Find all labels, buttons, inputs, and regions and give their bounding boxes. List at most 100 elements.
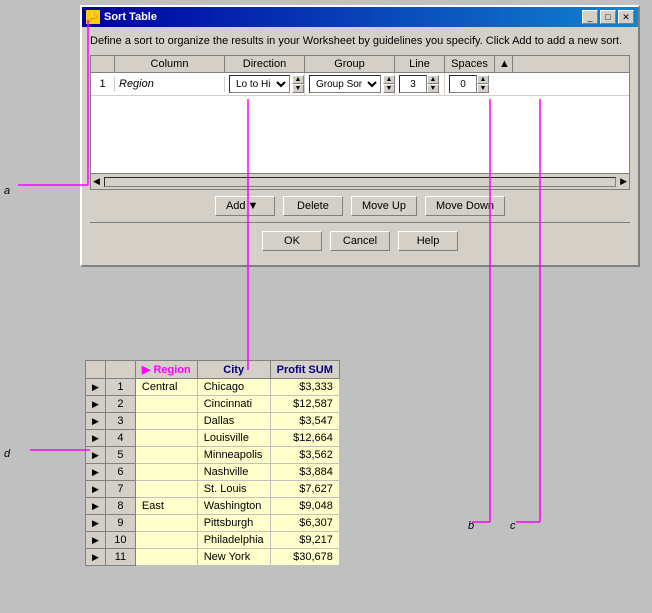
row-profit: $9,217: [270, 532, 339, 549]
ok-button-row: OK Cancel Help: [90, 222, 630, 251]
row-profit: $9,048: [270, 498, 339, 515]
direction-down-btn[interactable]: ▼: [292, 84, 304, 93]
row-city: Chicago: [197, 379, 270, 396]
cancel-button[interactable]: Cancel: [330, 231, 390, 251]
close-button[interactable]: ✕: [618, 10, 634, 24]
add-dropdown-arrow[interactable]: ▼: [248, 200, 259, 212]
scroll-left-btn[interactable]: ◀: [91, 176, 102, 187]
header-column: Column: [115, 56, 225, 72]
line-spin-btns: ▲ ▼: [427, 75, 439, 93]
data-table: ▶ Region City Profit SUM ▶ 1 Central Chi…: [85, 360, 340, 566]
row-num: 8: [105, 498, 135, 515]
line-input[interactable]: [399, 75, 427, 93]
row-profit: $3,333: [270, 379, 339, 396]
title-bar-left: 🔑 Sort Table: [86, 10, 157, 24]
row-indicator: ▶: [86, 430, 106, 447]
row-num: 5: [105, 447, 135, 464]
window-content: Define a sort to organize the results in…: [82, 27, 638, 265]
title-bar: 🔑 Sort Table _ □ ✕: [82, 7, 638, 27]
maximize-button[interactable]: □: [600, 10, 616, 24]
table-row: ▶ 1 Central Chicago $3,333: [86, 379, 340, 396]
move-down-button[interactable]: Move Down: [425, 196, 505, 216]
row-num: 11: [105, 549, 135, 566]
sort-row-direction: Lo to Hi Hi to Lo ▲ ▼: [225, 73, 305, 95]
label-b: b: [468, 520, 474, 532]
row-region: [135, 396, 197, 413]
table-body: ▶ 1 Central Chicago $3,333 ▶ 2 Cincinnat…: [86, 379, 340, 566]
row-indicator: ▶: [86, 396, 106, 413]
sort-grid-body: 1 Region Lo to Hi Hi to Lo ▲ ▼: [91, 73, 629, 173]
table-row: ▶ 5 Minneapolis $3,562: [86, 447, 340, 464]
description-text: Define a sort to organize the results in…: [90, 35, 630, 47]
row-city: Pittsburgh: [197, 515, 270, 532]
sort-row-1: 1 Region Lo to Hi Hi to Lo ▲ ▼: [91, 73, 629, 96]
row-num: 10: [105, 532, 135, 549]
line-down-btn[interactable]: ▼: [427, 84, 439, 93]
row-indicator: ▶: [86, 549, 106, 566]
row-profit: $7,627: [270, 481, 339, 498]
row-num: 9: [105, 515, 135, 532]
title-buttons: _ □ ✕: [582, 10, 634, 24]
row-profit: $12,587: [270, 396, 339, 413]
minimize-button[interactable]: _: [582, 10, 598, 24]
line-up-btn[interactable]: ▲: [427, 75, 439, 84]
row-num: 3: [105, 413, 135, 430]
delete-button[interactable]: Delete: [283, 196, 343, 216]
row-indicator: ▶: [86, 379, 106, 396]
add-button[interactable]: Add ▼: [215, 196, 275, 216]
th-profit: Profit SUM: [270, 361, 339, 379]
direction-spin: ▲ ▼: [292, 75, 304, 93]
row-city: Minneapolis: [197, 447, 270, 464]
row-region: Central: [135, 379, 197, 396]
add-label: Add: [226, 200, 246, 212]
row-profit: $3,547: [270, 413, 339, 430]
table-row: ▶ 9 Pittsburgh $6,307: [86, 515, 340, 532]
title-icon: 🔑: [86, 10, 100, 24]
sort-row-num: 1: [91, 76, 115, 92]
row-profit: $3,562: [270, 447, 339, 464]
scroll-track: [104, 177, 616, 187]
direction-up-btn[interactable]: ▲: [292, 75, 304, 84]
row-num: 4: [105, 430, 135, 447]
spaces-spinbox: ▲ ▼: [449, 75, 489, 93]
group-down-btn[interactable]: ▼: [383, 84, 395, 93]
data-table-container: ▶ Region City Profit SUM ▶ 1 Central Chi…: [85, 360, 485, 566]
header-line: Line: [395, 56, 445, 72]
row-profit: $3,884: [270, 464, 339, 481]
group-up-btn[interactable]: ▲: [383, 75, 395, 84]
th-rownum: [105, 361, 135, 379]
row-region: East: [135, 498, 197, 515]
column-value: Region: [119, 78, 154, 90]
row-city: Philadelphia: [197, 532, 270, 549]
row-profit: $30,678: [270, 549, 339, 566]
spaces-spin-btns: ▲ ▼: [477, 75, 489, 93]
row-region: [135, 532, 197, 549]
row-num: 7: [105, 481, 135, 498]
table-row: ▶ 8 East Washington $9,048: [86, 498, 340, 515]
group-spin: ▲ ▼: [383, 75, 395, 93]
row-region: [135, 413, 197, 430]
group-select[interactable]: Group Sort No Group: [309, 75, 381, 93]
scroll-right-btn[interactable]: ▶: [618, 176, 629, 187]
spaces-up-btn[interactable]: ▲: [477, 75, 489, 84]
move-up-button[interactable]: Move Up: [351, 196, 417, 216]
header-direction: Direction: [225, 56, 305, 72]
sort-row-spaces: ▲ ▼: [445, 73, 495, 95]
table-row: ▶ 10 Philadelphia $9,217: [86, 532, 340, 549]
sort-row-column: Region: [115, 76, 225, 92]
spaces-down-btn[interactable]: ▼: [477, 84, 489, 93]
row-city: Cincinnati: [197, 396, 270, 413]
row-num: 2: [105, 396, 135, 413]
row-indicator: ▶: [86, 498, 106, 515]
spaces-input[interactable]: [449, 75, 477, 93]
direction-select[interactable]: Lo to Hi Hi to Lo: [229, 75, 290, 93]
table-row: ▶ 7 St. Louis $7,627: [86, 481, 340, 498]
table-row: ▶ 3 Dallas $3,547: [86, 413, 340, 430]
row-region: [135, 430, 197, 447]
help-button[interactable]: Help: [398, 231, 458, 251]
label-c: c: [510, 520, 516, 532]
horizontal-scrollbar[interactable]: ◀ ▶: [91, 173, 629, 189]
ok-button[interactable]: OK: [262, 231, 322, 251]
row-profit: $6,307: [270, 515, 339, 532]
sort-table-dialog: 🔑 Sort Table _ □ ✕ Define a sort to orga…: [80, 5, 640, 267]
